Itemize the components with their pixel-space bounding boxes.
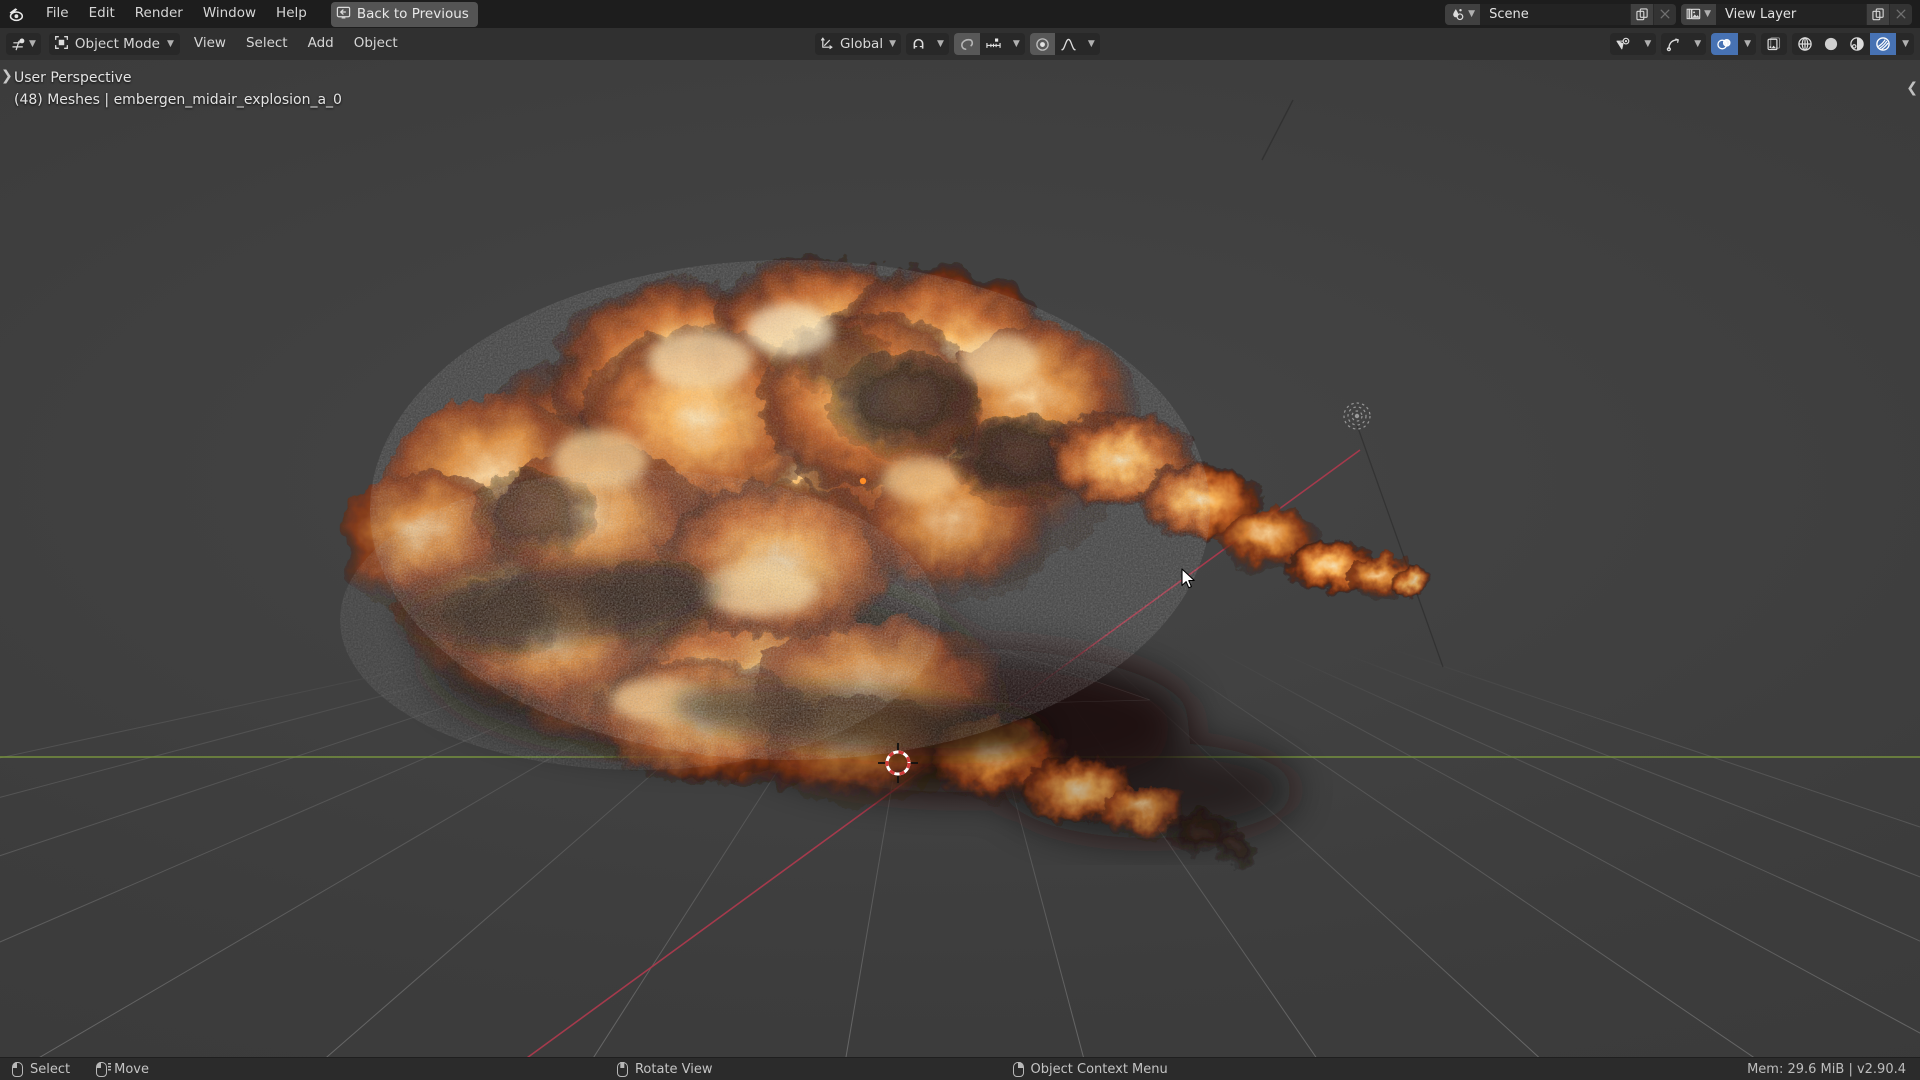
magnet-icon[interactable] — [906, 33, 931, 55]
shading-mode-group[interactable]: ▼ — [1792, 33, 1914, 55]
object-types-visibility-icon[interactable] — [1610, 33, 1638, 55]
status-hint-move-label: Move — [114, 1061, 149, 1077]
overlays-chevron[interactable]: ▼ — [1738, 33, 1756, 55]
snap-group[interactable]: ▼ — [906, 33, 949, 55]
menu-file[interactable]: File — [36, 4, 79, 24]
smooth-falloff-curve-icon[interactable] — [1055, 33, 1082, 55]
chevron-down-icon: ▼ — [166, 39, 174, 49]
view-layer-selector[interactable]: ▼ View Layer — [1681, 3, 1912, 25]
gizmo-group[interactable]: ▼ — [1661, 33, 1707, 55]
view-layer-icon[interactable]: ▼ — [1681, 3, 1716, 25]
view-layer-name-field[interactable]: View Layer — [1716, 3, 1866, 25]
object-types-visibility-group[interactable]: ▼ — [1610, 33, 1657, 55]
vp-menu-add[interactable]: Add — [298, 34, 344, 54]
viewport-grid-and-objects — [0, 99, 1920, 1063]
chevron-down-icon: ▼ — [1468, 9, 1476, 19]
viewport-perspective-label: User Perspective — [14, 70, 132, 86]
shading-solid[interactable] — [1818, 33, 1844, 55]
xray-group[interactable] — [1761, 33, 1788, 55]
menu-window[interactable]: Window — [193, 4, 266, 24]
back-to-previous-button[interactable]: Back to Previous — [330, 1, 478, 27]
scene-new-button[interactable] — [1630, 3, 1654, 25]
transform-orientation-selector[interactable]: Global ▼ — [815, 33, 901, 55]
viewport-center-tools: Global ▼ ▼ ▼ ▼ — [815, 33, 1100, 55]
scene-data-icon[interactable]: ▼ — [1445, 3, 1481, 25]
status-bar-memory-version: Mem: 29.6 MiB | v2.90.4 — [1747, 1061, 1906, 1077]
status-hint-move: Move — [96, 1061, 149, 1077]
visibility-chevron[interactable]: ▼ — [1638, 33, 1656, 55]
middle-mouse-button-icon — [616, 1061, 628, 1077]
falloff-options-chevron[interactable]: ▼ — [1082, 33, 1100, 55]
explosion-smoke-volume — [340, 255, 1434, 866]
menu-help[interactable]: Help — [266, 4, 317, 24]
gizmo-icon[interactable] — [1661, 33, 1688, 55]
blender-logo-icon[interactable] — [6, 3, 28, 25]
overlays-group[interactable]: ▼ — [1711, 33, 1757, 55]
transform-orientation-icon — [820, 35, 835, 54]
snap-options-chevron[interactable]: ▼ — [931, 33, 949, 55]
viewport-object-info: (48) Meshes | embergen_midair_explosion_… — [14, 92, 342, 108]
menu-edit[interactable]: Edit — [79, 4, 125, 24]
sidebar-toggle-icon[interactable]: ❯ — [1, 68, 13, 84]
chevron-down-icon: ▼ — [29, 39, 36, 49]
proportional-edit-group[interactable]: ▼ — [953, 33, 1025, 55]
back-to-previous-label: Back to Previous — [356, 6, 469, 22]
status-hint-context-menu-label: Object Context Menu — [1030, 1061, 1168, 1077]
xray-toggle-icon[interactable] — [1761, 33, 1787, 55]
proportional-options-chevron[interactable]: ▼ — [1007, 33, 1025, 55]
vp-menu-object[interactable]: Object — [344, 34, 408, 54]
view-layer-new-button[interactable] — [1866, 3, 1889, 25]
viewport-right-tools: ▼ ▼ ▼ ▼ — [1610, 33, 1914, 55]
status-bar: Select Move Rotate View Object Context M… — [0, 1057, 1920, 1080]
scene-selector[interactable]: ▼ Scene — [1445, 3, 1677, 25]
viewport-header: ▼ Object Mode ▼ View Select Add Object G… — [0, 28, 1920, 60]
gizmo-chevron[interactable]: ▼ — [1688, 33, 1706, 55]
vp-menu-view[interactable]: View — [184, 34, 236, 54]
interaction-mode-label: Object Mode — [74, 36, 160, 52]
overlays-icon[interactable] — [1711, 33, 1739, 55]
proportional-connected-icon[interactable] — [980, 33, 1007, 55]
top-menu-bar: File Edit Render Window Help Back to Pre… — [0, 0, 1920, 28]
n-panel-toggle-icon[interactable]: ❮ — [1906, 80, 1918, 96]
menu-render[interactable]: Render — [125, 4, 193, 24]
editor-type-3dview-icon[interactable]: ▼ — [6, 33, 41, 55]
status-hint-select: Select — [12, 1061, 71, 1077]
view-layer-remove-button[interactable] — [1889, 3, 1912, 25]
shading-wireframe[interactable] — [1792, 33, 1818, 55]
transform-orientation-label: Global — [840, 36, 884, 52]
left-mouse-button-icon — [12, 1061, 23, 1077]
status-hint-select-label: Select — [30, 1061, 71, 1077]
status-hint-rotate-view: Rotate View — [616, 1061, 713, 1077]
object-origin-dot — [859, 477, 867, 485]
chevron-down-icon: ▼ — [889, 39, 896, 49]
chevron-down-icon: ▼ — [1704, 9, 1711, 19]
left-mouse-drag-icon — [96, 1061, 112, 1077]
object-mode-icon — [54, 35, 69, 54]
shading-rendered[interactable] — [1870, 33, 1897, 55]
proportional-edit-icon[interactable] — [953, 33, 980, 55]
vp-menu-select[interactable]: Select — [236, 34, 298, 54]
proportional-toggle-icon[interactable] — [1029, 33, 1055, 55]
3d-viewport[interactable]: ❯ User Perspective (48) Meshes | emberge… — [0, 60, 1920, 1063]
status-hint-context-menu: Object Context Menu — [1012, 1061, 1168, 1077]
editor-type-selector[interactable]: ▼ — [6, 33, 41, 55]
status-hint-rotate-view-label: Rotate View — [634, 1061, 713, 1077]
right-mouse-button-icon — [1012, 1061, 1024, 1077]
shading-chevron[interactable]: ▼ — [1896, 33, 1914, 55]
falloff-group[interactable]: ▼ — [1029, 33, 1100, 55]
scene-unlink-button[interactable] — [1653, 3, 1677, 25]
back-arrow-screen-icon — [336, 5, 351, 24]
scene-name-field[interactable]: Scene — [1480, 3, 1631, 25]
interaction-mode-selector[interactable]: Object Mode ▼ — [48, 33, 180, 55]
shading-material[interactable] — [1844, 33, 1870, 55]
topbar-right-group: ▼ Scene ▼ View Layer — [1445, 3, 1920, 25]
